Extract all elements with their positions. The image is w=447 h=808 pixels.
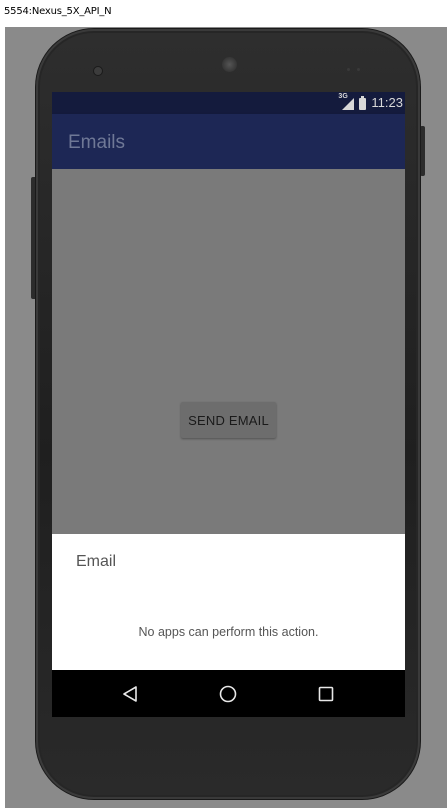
front-camera-icon: [93, 66, 103, 76]
back-icon[interactable]: [118, 682, 142, 706]
app-toolbar: Emails: [52, 114, 405, 169]
battery-icon: [359, 95, 367, 110]
send-email-button[interactable]: SEND EMAIL: [181, 402, 276, 438]
dialog-message: No apps can perform this action.: [138, 625, 319, 639]
speaker-grille-icon: [222, 57, 237, 72]
home-icon[interactable]: [216, 682, 240, 706]
status-icons: 3G 11:23: [338, 93, 403, 111]
recents-icon[interactable]: [314, 682, 338, 706]
app-title: Emails: [68, 132, 126, 153]
status-clock: 11:23: [371, 95, 403, 110]
dialog-title: Email: [76, 553, 117, 570]
proximity-sensor-icon: [347, 68, 350, 71]
emulator-window-title: 5554:Nexus_5X_API_N: [4, 6, 112, 17]
chooser-dialog: Email No apps can perform this action.: [52, 534, 405, 670]
power-button[interactable]: [420, 126, 425, 176]
device-screen: 3G 11:23 Emails SEND EMAIL Email No apps…: [52, 92, 405, 717]
cell-signal-icon: 3G: [338, 93, 355, 110]
navigation-bar: [52, 670, 405, 717]
status-bar: 3G 11:23: [52, 92, 405, 114]
main-content: SEND EMAIL: [52, 169, 405, 534]
light-sensor-icon: [357, 68, 360, 71]
